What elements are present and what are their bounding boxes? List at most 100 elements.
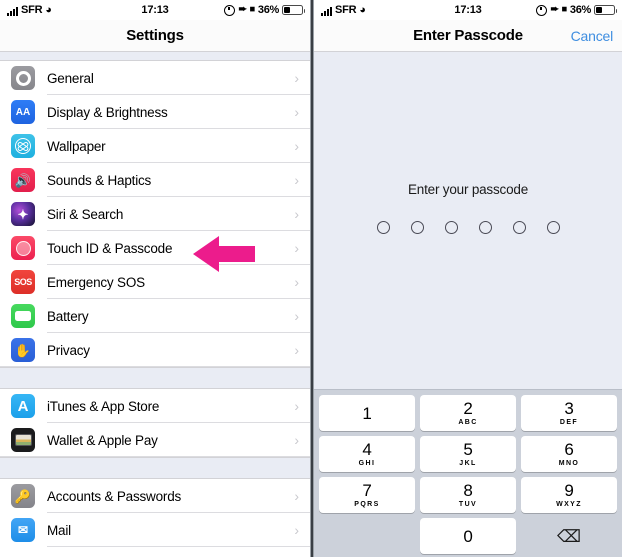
battery-percent-label: 36% [569,4,591,16]
key-letters: GHI [358,460,376,467]
wallpaper-icon [11,134,35,158]
sidebar-item-label: Privacy [47,342,90,358]
sidebar-item-sounds-haptics[interactable]: 🔊 Sounds & Haptics › [0,163,310,197]
key-7[interactable]: 7 PQRS [319,477,415,513]
page-title: Settings [126,27,184,44]
sidebar-item-touch-id-passcode[interactable]: Touch ID & Passcode › [0,231,310,265]
headphones-icon: ⏹ [561,4,567,15]
sidebar-item-wallpaper[interactable]: Wallpaper › [0,129,310,163]
sidebar-item-itunes-app-store[interactable]: A iTunes & App Store › [0,389,310,423]
sidebar-item-label: Wallet & Apple Pay [47,432,158,448]
battery-icon [11,304,35,328]
battery-icon [594,5,617,15]
display-brightness-icon: AA [11,100,35,124]
key-letters: PQRS [354,501,380,508]
chevron-right-icon: › [294,398,299,414]
list-top-gap [0,52,310,61]
settings-navbar: Settings [0,20,310,52]
sidebar-item-emergency-sos[interactable]: SOS Emergency SOS › [0,265,310,299]
alarm-clock-icon [224,4,236,16]
sidebar-item-general[interactable]: General › [0,61,310,95]
key-letters: JKL [459,460,477,467]
sidebar-item-display-brightness[interactable]: AA Display & Brightness › [0,95,310,129]
sidebar-item-label: Battery [47,308,89,324]
headphones-icon: ⏹ [249,4,255,15]
key-5[interactable]: 5 JKL [420,436,516,472]
key-number: 6 [564,440,574,459]
sidebar-item-siri-search[interactable]: ✦ Siri & Search › [0,197,310,231]
cancel-button[interactable]: Cancel [571,28,614,44]
passcode-body: Enter your passcode 1 2 ABC 3 DEF 4 GHI … [314,52,622,557]
page-title: Enter Passcode [413,27,523,44]
sidebar-item-label: Sounds & Haptics [47,172,152,188]
settings-list: General › AA Display & Brightness › Wall… [0,52,310,547]
key-number: 0 [463,526,473,546]
sidebar-item-privacy[interactable]: ✋ Privacy › [0,333,310,367]
key-number: 5 [463,440,473,459]
key-number: 7 [362,481,372,500]
battery-icon [282,5,305,15]
status-bar-right-group: ➨ ⏹ 36% [224,4,305,16]
keypad-row: 1 2 ABC 3 DEF [319,395,617,431]
key-9[interactable]: 9 WXYZ [521,477,617,513]
sidebar-item-wallet-apple-pay[interactable]: Wallet & Apple Pay › [0,423,310,457]
mail-icon: ✉ [11,518,35,542]
sidebar-item-label: General [47,70,94,86]
key-letters: WXYZ [556,501,582,508]
sounds-haptics-icon: 🔊 [11,168,35,192]
alarm-clock-icon [536,4,548,16]
sidebar-item-label: Wallpaper [47,138,106,154]
passcode-navbar: Enter Passcode Cancel [314,20,622,52]
passcode-dot [444,221,458,234]
chevron-right-icon: › [294,274,299,290]
key-number: 3 [564,399,574,418]
chevron-right-icon: › [294,432,299,448]
numeric-keypad: 1 2 ABC 3 DEF 4 GHI 5 JKL 6 MNO 7 PQRS 8… [314,389,622,557]
passcode-dot [376,221,390,234]
enter-passcode-screen: SFR ◕ 17:13 ➨ ⏹ 36% Enter Passcode Cance… [314,0,622,557]
chevron-right-icon: › [294,240,299,256]
key-2[interactable]: 2 ABC [420,395,516,431]
sidebar-item-label: Display & Brightness [47,104,168,120]
settings-screen: SFR ◕ 17:13 ➨ ⏹ 36% Settings General › A… [0,0,310,557]
list-section-gap [0,457,310,479]
passcode-dots [314,221,622,234]
key-letters: ABC [458,419,478,426]
key-letters: MNO [558,460,580,467]
passcode-dot [410,221,424,234]
status-bar-right-group: ➨ ⏹ 36% [536,4,617,16]
key-1[interactable]: 1 [319,395,415,431]
sidebar-item-label: Emergency SOS [47,274,145,290]
chevron-right-icon: › [294,308,299,324]
emergency-sos-icon: SOS [11,270,35,294]
backspace-icon: ⌫ [556,526,582,546]
chevron-right-icon: › [294,522,299,538]
keypad-row: 4 GHI 5 JKL 6 MNO [319,436,617,472]
sidebar-item-label: iTunes & App Store [47,398,160,414]
key-letters: TUV [458,501,478,508]
chevron-right-icon: › [294,488,299,504]
key-8[interactable]: 8 TUV [420,477,516,513]
sidebar-item-label: Siri & Search [47,206,124,222]
key-number: 9 [564,481,574,500]
key-4[interactable]: 4 GHI [319,436,415,472]
location-arrow-icon: ➨ [550,4,559,15]
key-delete[interactable]: ⌫ [521,518,617,554]
chevron-right-icon: › [294,138,299,154]
key-number: 1 [362,403,372,423]
privacy-hand-icon: ✋ [11,338,35,362]
key-6[interactable]: 6 MNO [521,436,617,472]
wallet-icon [11,428,35,452]
status-bar-right: SFR ◕ 17:13 ➨ ⏹ 36% [314,0,622,20]
keypad-row: 7 PQRS 8 TUV 9 WXYZ [319,477,617,513]
key-3[interactable]: 3 DEF [521,395,617,431]
location-arrow-icon: ➨ [238,4,247,15]
key-0[interactable]: 0 [420,518,516,554]
passcode-dot [512,221,526,234]
key-number: 8 [463,481,473,500]
sidebar-item-mail[interactable]: ✉ Mail › [0,513,310,547]
sidebar-item-battery[interactable]: Battery › [0,299,310,333]
status-bar-left: SFR ◕ 17:13 ➨ ⏹ 36% [0,0,310,20]
sidebar-item-accounts-passwords[interactable]: 🔑 Accounts & Passwords › [0,479,310,513]
chevron-right-icon: › [294,206,299,222]
